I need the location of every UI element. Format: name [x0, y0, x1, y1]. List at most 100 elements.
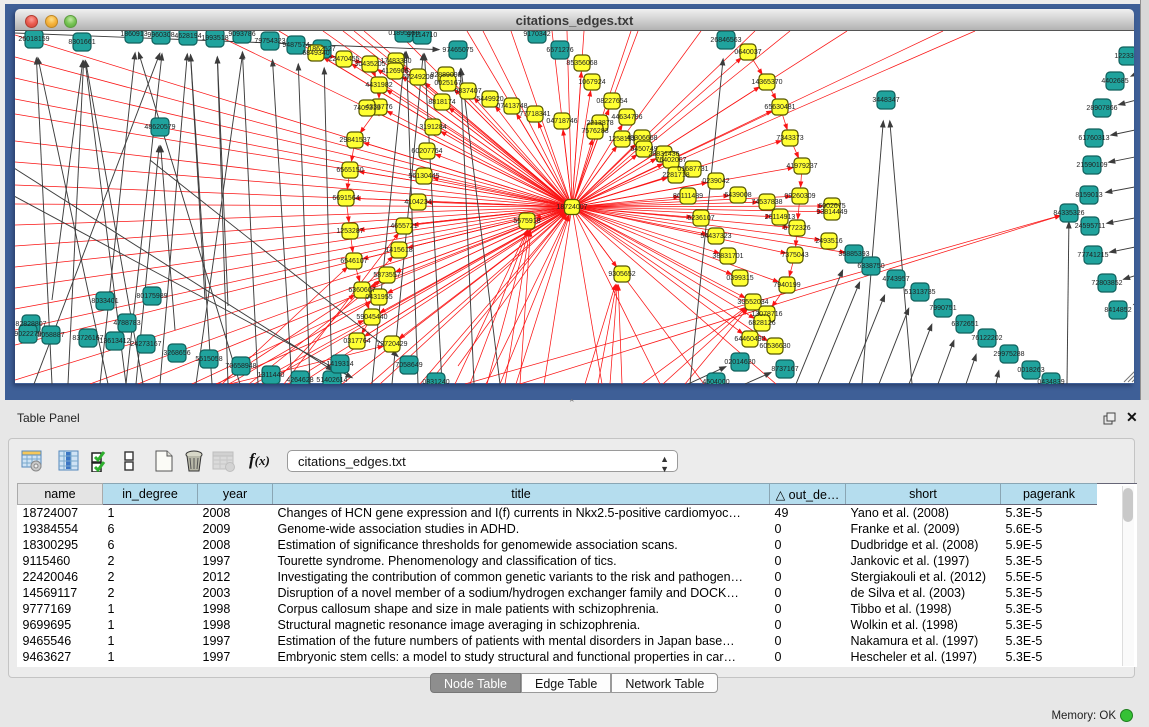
svg-text:7990751: 7990751 — [929, 305, 956, 312]
svg-text:1067924: 1067924 — [578, 79, 605, 86]
svg-text:0434839: 0434839 — [1037, 379, 1064, 384]
svg-text:6565150: 6565150 — [336, 167, 363, 174]
svg-text:6849340: 6849340 — [302, 50, 329, 57]
svg-text:6691564: 6691564 — [332, 195, 359, 202]
svg-text:7058649: 7058649 — [395, 362, 422, 369]
svg-text:77741215: 77741215 — [1077, 252, 1108, 259]
svg-text:38885393: 38885393 — [838, 251, 869, 258]
svg-text:72720429: 72720429 — [376, 341, 407, 348]
svg-text:79754323: 79754323 — [254, 38, 285, 45]
svg-text:84335326: 84335326 — [1053, 210, 1084, 217]
svg-text:38831701: 38831701 — [712, 253, 743, 260]
svg-text:6236107: 6236107 — [687, 215, 714, 222]
svg-text:1419314: 1419314 — [326, 361, 353, 368]
svg-text:4504000: 4504000 — [702, 379, 729, 384]
svg-text:82889093: 82889093 — [430, 72, 461, 79]
svg-text:07413748: 07413748 — [496, 103, 527, 110]
svg-text:54437323: 54437323 — [700, 233, 731, 240]
svg-text:5575918: 5575918 — [513, 218, 540, 225]
svg-text:60207764: 60207764 — [411, 148, 442, 155]
svg-text:6360607: 6360607 — [348, 287, 375, 294]
svg-text:56130445: 56130445 — [408, 173, 439, 180]
svg-text:21590109: 21590109 — [1076, 162, 1107, 169]
svg-text:0399315: 0399315 — [726, 275, 753, 282]
svg-text:4264628: 4264628 — [286, 377, 313, 384]
svg-text:0317764: 0317764 — [343, 338, 370, 345]
svg-text:9960308: 9960308 — [147, 32, 174, 39]
svg-text:1415618: 1415618 — [385, 247, 412, 254]
svg-text:04718746: 04718746 — [546, 118, 577, 125]
svg-text:7375043: 7375043 — [781, 252, 808, 259]
svg-text:9487574: 9487574 — [282, 42, 309, 49]
svg-text:0025167: 0025167 — [434, 80, 461, 87]
svg-text:6338750: 6338750 — [857, 263, 884, 270]
svg-text:4628194: 4628194 — [174, 33, 201, 40]
svg-text:24595711: 24595711 — [1075, 223, 1106, 230]
svg-text:29841537: 29841537 — [339, 137, 370, 144]
svg-text:3191284: 3191284 — [419, 124, 446, 131]
svg-text:51402614: 51402614 — [316, 377, 347, 384]
svg-text:17483380: 17483380 — [380, 58, 411, 65]
svg-text:41979237: 41979237 — [786, 163, 817, 170]
svg-text:14365370: 14365370 — [751, 79, 782, 86]
svg-text:65630481: 65630481 — [764, 104, 795, 111]
svg-text:13613412: 13613412 — [99, 338, 130, 345]
svg-text:44634786: 44634786 — [611, 114, 642, 121]
svg-text:64460495: 64460495 — [734, 336, 765, 343]
svg-text:6439008: 6439008 — [724, 192, 751, 199]
svg-text:6372651: 6372651 — [951, 321, 978, 328]
svg-text:1311440: 1311440 — [258, 372, 285, 379]
svg-text:0431955: 0431955 — [365, 294, 392, 301]
svg-text:7409319: 7409319 — [353, 105, 380, 112]
svg-text:0018263: 0018263 — [1017, 367, 1044, 374]
svg-text:86111489: 86111489 — [673, 193, 703, 200]
svg-text:57249208: 57249208 — [402, 74, 433, 81]
svg-text:6546107: 6546107 — [340, 258, 367, 265]
svg-text:09260309: 09260309 — [784, 193, 815, 200]
svg-text:6772326: 6772326 — [783, 225, 810, 232]
svg-text:59045440: 59045440 — [356, 314, 387, 321]
svg-text:5449920: 5449920 — [476, 96, 503, 103]
svg-text:5515058: 5515058 — [195, 356, 222, 363]
svg-text:0837407: 0837407 — [454, 88, 481, 95]
svg-text:97114710: 97114710 — [407, 32, 438, 39]
svg-text:29975288: 29975288 — [993, 351, 1024, 358]
svg-text:70658948: 70658948 — [225, 363, 256, 370]
svg-text:9093786: 9093786 — [228, 31, 255, 38]
svg-text:4104234: 4104234 — [404, 199, 431, 206]
svg-text:30552034: 30552034 — [737, 299, 768, 306]
svg-text:48620579: 48620579 — [144, 124, 175, 131]
svg-text:18724007: 18724007 — [556, 204, 587, 211]
svg-text:5873557: 5873557 — [373, 272, 400, 279]
svg-text:51313735: 51313735 — [904, 289, 935, 296]
svg-text:97465075: 97465075 — [442, 47, 473, 54]
svg-text:26846563: 26846563 — [710, 37, 741, 44]
svg-text:3448347: 3448347 — [872, 97, 899, 104]
svg-text:9170342: 9170342 — [523, 31, 550, 38]
svg-text:4431982: 4431982 — [365, 82, 392, 89]
svg-text:80175989: 80175989 — [136, 293, 167, 300]
svg-text:8301661: 8301661 — [68, 39, 95, 46]
svg-text:8058887: 8058887 — [37, 332, 64, 339]
svg-text:4655721: 4655721 — [390, 223, 417, 230]
svg-text:3268656: 3268656 — [163, 350, 190, 357]
svg-text:82828807: 82828807 — [15, 321, 46, 328]
svg-text:26114913: 26114913 — [765, 214, 796, 221]
svg-text:76402067: 76402067 — [655, 157, 686, 164]
svg-text:7940199: 7940199 — [773, 282, 800, 289]
svg-text:6828126: 6828126 — [748, 320, 775, 327]
svg-text:74537838: 74537838 — [751, 199, 782, 206]
svg-text:8159013: 8159013 — [1075, 192, 1102, 199]
svg-text:24273167: 24273167 — [130, 341, 161, 348]
svg-text:13078716: 13078716 — [751, 311, 782, 318]
svg-text:1223307: 1223307 — [1114, 53, 1134, 60]
svg-text:8414852: 8414852 — [1104, 307, 1131, 314]
svg-text:77718341: 77718341 — [519, 111, 550, 118]
svg-text:85356068: 85356068 — [566, 60, 597, 67]
svg-text:1860913: 1860913 — [120, 31, 147, 38]
svg-text:8737167: 8737167 — [771, 366, 798, 373]
svg-text:4743957: 4743957 — [882, 276, 909, 283]
svg-text:1253287: 1253287 — [336, 228, 363, 235]
svg-text:7576283: 7576283 — [581, 128, 608, 135]
svg-text:02014620: 02014620 — [724, 359, 755, 366]
